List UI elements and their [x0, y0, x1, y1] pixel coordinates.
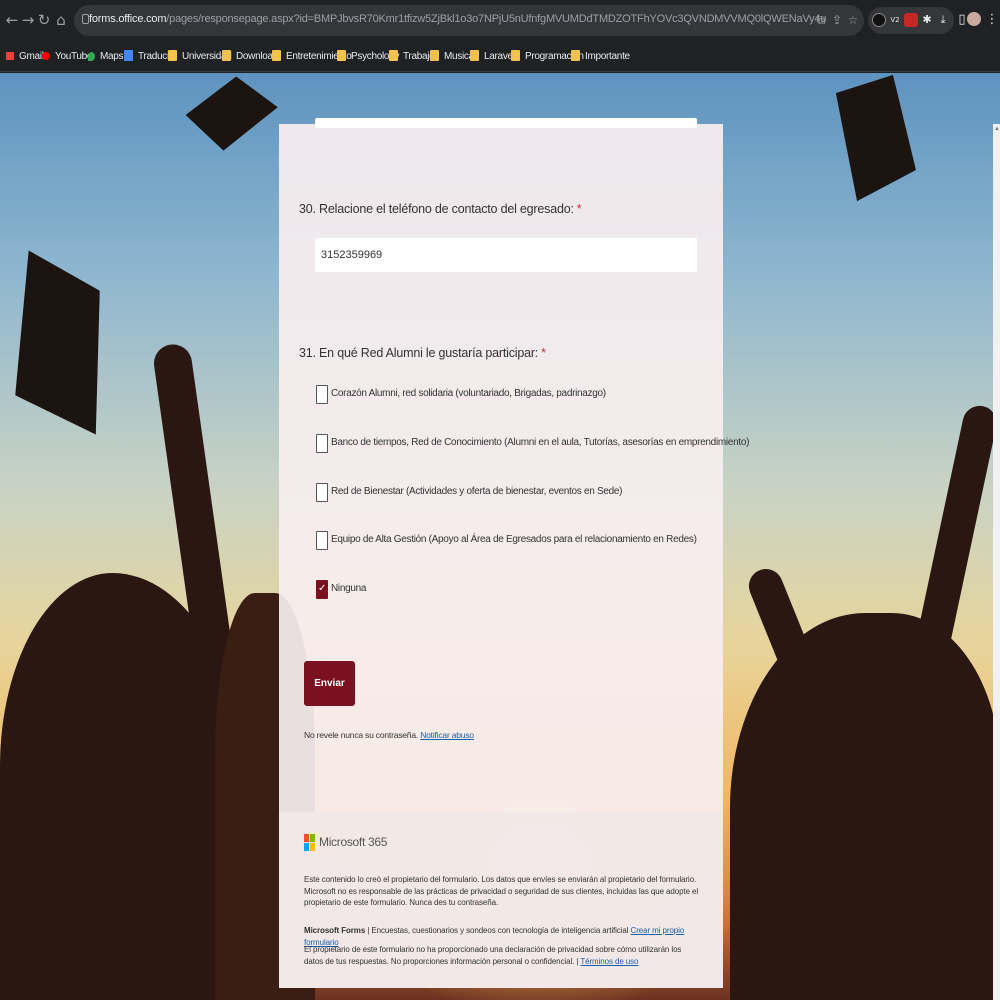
- checkbox[interactable]: [316, 434, 328, 453]
- option-label: Corazón Alumni, red solidaria (voluntari…: [331, 388, 606, 399]
- google-lens-icon[interactable]: ⧉: [814, 12, 828, 28]
- privacy-disclaimer: El propietario de este formulario no ha …: [304, 944, 699, 967]
- bookmark-star-icon[interactable]: ☆: [846, 12, 860, 28]
- option-label: Equipo de Alta Gestión (Apoyo al Área de…: [331, 534, 697, 545]
- previous-answer-input[interactable]: [315, 118, 697, 128]
- bookmark-download[interactable]: Download: [222, 49, 278, 65]
- bookmark-gmail[interactable]: Gmail: [6, 49, 44, 65]
- menu-kebab-icon[interactable]: ⋮: [985, 12, 999, 28]
- home-icon[interactable]: ⌂: [53, 11, 69, 29]
- bookmark-label: Maps: [100, 51, 124, 62]
- folder-icon: [168, 50, 177, 61]
- phone-input[interactable]: [315, 238, 697, 272]
- folder-icon: [430, 50, 439, 61]
- question-text: 31. En qué Red Alumni le gustaría partic…: [299, 346, 539, 360]
- checkbox-checked[interactable]: ✓: [316, 580, 328, 599]
- lock-icon[interactable]: [82, 14, 89, 24]
- question-31-title: 31. En qué Red Alumni le gustaría partic…: [299, 346, 546, 360]
- question-30-title: 30. Relacione el teléfono de contacto de…: [299, 202, 582, 216]
- bookmark-label: Importante: [585, 51, 630, 62]
- checkmark-icon: ✓: [318, 583, 327, 594]
- folder-icon: [389, 50, 398, 61]
- required-asterisk: *: [541, 346, 546, 360]
- download-icon[interactable]: ⤓: [936, 13, 950, 27]
- graduation-cap: [0, 244, 114, 443]
- folder-icon: [222, 50, 231, 61]
- gmail-icon: [6, 52, 14, 60]
- folder-icon: [470, 50, 479, 61]
- scroll-up-arrow-icon[interactable]: ▲: [994, 126, 1000, 132]
- reload-icon[interactable]: ↻: [36, 11, 52, 29]
- form-card: 30. Relacione el teléfono de contacto de…: [279, 118, 749, 988]
- translate-icon: [124, 50, 133, 61]
- owner-disclaimer: Este contenido lo creó el propietario de…: [304, 875, 699, 907]
- option-label: Ninguna: [331, 583, 367, 594]
- bookmark-importante[interactable]: Importante: [571, 49, 630, 65]
- bookmark-trabajo[interactable]: Trabajo: [389, 49, 435, 65]
- microsoft-logo-icon: [304, 834, 316, 851]
- form-footer: Microsoft 365 Este contenido lo creó el …: [279, 812, 723, 988]
- report-abuse-link[interactable]: Notificar abuso: [420, 730, 474, 740]
- forms-brand: Microsoft Forms: [304, 926, 366, 935]
- bookmark-label: Traducir: [138, 51, 172, 62]
- bookmark-label: Gmail: [19, 51, 44, 62]
- graduation-cap: [821, 73, 928, 209]
- required-asterisk: *: [576, 202, 582, 216]
- graduation-cap: [170, 73, 287, 165]
- submit-button[interactable]: Enviar: [304, 661, 355, 706]
- bookmark-musica[interactable]: Musica: [430, 49, 474, 65]
- url-path: /pages/responsepage.aspx?id=BMPJbvsR70Km…: [166, 13, 827, 25]
- profile-avatar[interactable]: [967, 12, 981, 26]
- dark-mode-extension-icon[interactable]: [872, 13, 886, 27]
- security-notice: No revele nunca su contraseña. Notificar…: [304, 730, 474, 740]
- terms-link[interactable]: Términos de uso: [580, 957, 638, 966]
- question-text: 30. Relacione el teléfono de contacto de…: [299, 202, 574, 216]
- forms-text: | Encuestas, cuestionarios y sondeos con…: [367, 926, 629, 935]
- bookmark-label: YouTube: [55, 51, 93, 62]
- extensions-area: V2 ✱ ⤓: [868, 7, 954, 34]
- folder-icon: [571, 50, 580, 61]
- adblock-extension-icon[interactable]: [904, 13, 918, 27]
- browser-toolbar: ← → ↻ ⌂ forms.office.com/pages/responsep…: [0, 0, 1000, 42]
- checkbox[interactable]: [316, 483, 328, 502]
- bookmark-traducir[interactable]: Traducir: [124, 49, 172, 65]
- address-bar[interactable]: forms.office.com/pages/responsepage.aspx…: [74, 5, 864, 36]
- back-arrow-icon[interactable]: ←: [4, 11, 20, 29]
- checkbox[interactable]: [316, 385, 328, 404]
- share-icon[interactable]: ⇪: [830, 12, 844, 28]
- puzzle-extensions-icon[interactable]: ✱: [920, 13, 934, 27]
- notice-text: No revele nunca su contraseña.: [304, 730, 419, 740]
- bookmark-youtube[interactable]: YouTube: [42, 49, 93, 65]
- folder-icon: [337, 50, 346, 61]
- option-label: Banco de tiempos, Red de Conocimiento (A…: [331, 437, 750, 448]
- checkbox[interactable]: [316, 531, 328, 550]
- microsoft-365-brand: Microsoft 365: [319, 835, 388, 849]
- page-scrollbar[interactable]: [993, 124, 1000, 1000]
- url-text[interactable]: forms.office.com/pages/responsepage.aspx…: [89, 13, 826, 25]
- bookmarks-bar: Gmail YouTube Maps Traducir Universidad …: [0, 42, 1000, 72]
- forward-arrow-icon[interactable]: →: [20, 11, 36, 29]
- youtube-icon: [42, 52, 50, 60]
- folder-icon: [511, 50, 520, 61]
- maps-icon: [88, 52, 95, 61]
- folder-icon: [272, 50, 281, 61]
- url-host: forms.office.com: [89, 13, 167, 25]
- option-label: Red de Bienestar (Actividades y oferta d…: [331, 486, 623, 497]
- bookmark-laravel[interactable]: Laravel: [470, 49, 515, 65]
- bookmark-maps[interactable]: Maps: [88, 49, 124, 65]
- extension-badge[interactable]: V2: [888, 13, 902, 27]
- graduate-silhouette: [730, 613, 1000, 1000]
